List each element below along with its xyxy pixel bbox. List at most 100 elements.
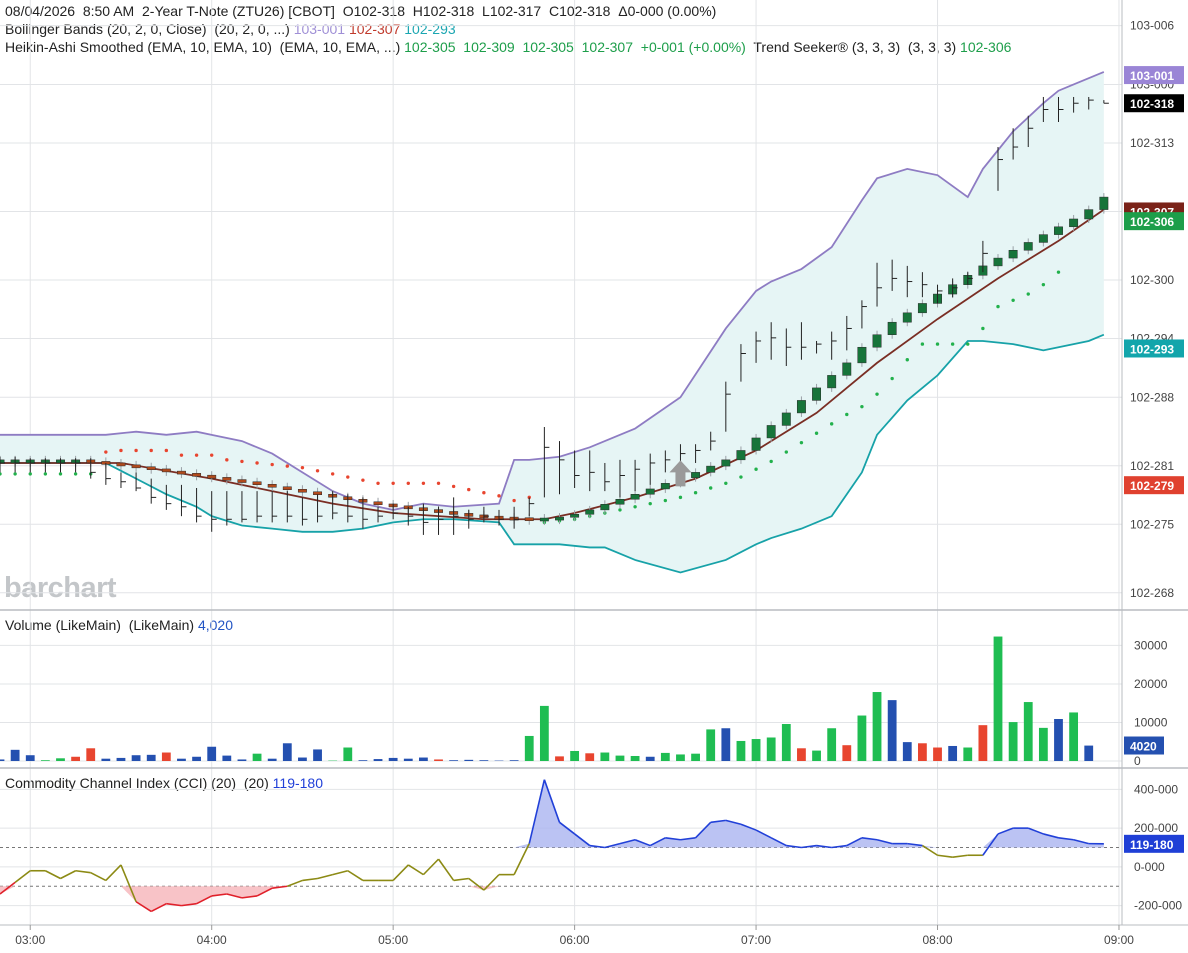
cci-axis-label: 0-000 — [1134, 860, 1165, 874]
trend-seeker-dot — [950, 342, 955, 346]
volume-bar — [933, 747, 942, 761]
trend-seeker-dot — [890, 376, 894, 381]
volume-bar — [781, 724, 791, 761]
trend-seeker-dot — [285, 464, 290, 468]
time-axis-label: 05:00 — [378, 933, 408, 947]
cci-line-segment — [332, 869, 348, 876]
heikin-ashi-candle — [781, 412, 791, 426]
volume-bar — [434, 759, 443, 761]
volume-bar — [464, 759, 474, 761]
trend-seeker-dot — [512, 498, 516, 503]
heikin-ashi-candle — [570, 514, 580, 518]
volume-bar — [40, 760, 50, 761]
trend-seeker-dot — [618, 508, 622, 512]
heikin-ashi-candle — [751, 437, 761, 451]
trend-seeker-dot — [648, 501, 652, 506]
trend-seeker-dot — [43, 472, 48, 476]
cci-oversold-fill — [0, 886, 1104, 912]
trend-seeker-dot — [451, 484, 456, 489]
trend-seeker-dot — [633, 505, 637, 509]
volume-bar — [192, 756, 201, 761]
volume-bar — [887, 700, 897, 761]
price-axis-label: 102-300 — [1130, 273, 1174, 287]
trend-seeker-dot — [225, 458, 229, 462]
trend-seeker-dot — [814, 431, 819, 435]
trend-seeker-dot — [119, 448, 123, 453]
volume-bar — [267, 758, 277, 761]
volume-bar — [842, 745, 852, 761]
volume-bar — [857, 715, 867, 761]
volume-bar — [207, 746, 217, 761]
volume-bar — [282, 743, 292, 761]
volume-bar — [1008, 722, 1018, 761]
volume-bar — [1023, 702, 1033, 761]
volume-axis-label: 30000 — [1134, 638, 1168, 652]
volume-bar — [298, 757, 307, 761]
volume-bar — [736, 740, 746, 761]
trend-seeker-dot — [270, 462, 274, 467]
time-axis-label: 08:00 — [923, 933, 953, 947]
heikin-ashi-candle — [177, 470, 186, 475]
cci-axis-label: 200-000 — [1134, 821, 1178, 835]
heikin-ashi-candle — [812, 387, 821, 401]
volume-bar — [177, 758, 186, 761]
volume-bar — [403, 758, 413, 761]
cci-line-segment — [952, 854, 968, 858]
trend-seeker-dot — [13, 472, 17, 476]
heikin-ashi-candle — [645, 488, 655, 495]
heikin-ashi-candle — [721, 459, 731, 467]
volume-bar — [161, 752, 171, 761]
trend-seeker-dot — [875, 392, 879, 396]
trend-seeker-dot — [799, 440, 804, 445]
volume-bar — [101, 758, 111, 761]
trend-seeker-dot — [361, 478, 365, 482]
volume-bar — [615, 755, 625, 761]
price-axis-label: 103-006 — [1130, 19, 1174, 33]
volume-bar — [86, 748, 96, 761]
heikin-ashi-candle — [1008, 250, 1018, 259]
trend-seeker-dot — [966, 342, 970, 346]
volume-bar — [645, 756, 655, 761]
trend-seeker-dot — [769, 459, 773, 464]
time-axis-label: 04:00 — [197, 933, 227, 947]
volume-bar — [797, 748, 806, 761]
heikin-ashi-candle — [993, 257, 1003, 267]
heikin-ashi-candle — [1084, 209, 1094, 220]
trend-seeker-dot — [663, 498, 668, 503]
heikin-ashi-candle — [902, 312, 912, 323]
trend-seeker-dot — [421, 481, 426, 486]
volume-bar — [358, 760, 368, 761]
volume-bar — [1054, 719, 1063, 761]
heikin-ashi-candle — [192, 473, 202, 477]
volume-bar — [872, 692, 882, 761]
trend-seeker-dot — [58, 472, 63, 476]
cci-tag-label: 119-180 — [1130, 838, 1174, 852]
volume-bar — [691, 753, 700, 761]
cci-line-segment — [60, 870, 76, 880]
time-axis-label: 06:00 — [560, 933, 590, 947]
volume-bar — [917, 743, 927, 761]
trend-seeker-dot — [436, 481, 441, 486]
cci-line-segment — [75, 869, 91, 874]
chart-canvas[interactable]: 103-006103-000102-313102-307102-300102-2… — [0, 0, 1188, 953]
trend-seeker-dot — [996, 304, 1000, 309]
volume-bar — [56, 758, 65, 761]
trend-seeker-dot — [346, 475, 350, 479]
trend-seeker-dot — [860, 404, 864, 409]
heikin-ashi-candle — [1099, 196, 1109, 210]
price-tag-label: 102-306 — [1130, 215, 1174, 229]
price-tag-label: 102-318 — [1130, 97, 1174, 111]
heikin-ashi-candle — [1054, 226, 1063, 235]
volume-bar — [902, 742, 912, 761]
trend-seeker-dot — [678, 495, 683, 500]
volume-bar — [827, 728, 837, 761]
heikin-ashi-candle — [615, 499, 625, 505]
volume-bar — [131, 755, 141, 761]
heikin-ashi-candle — [373, 501, 383, 506]
heikin-ashi-candle — [706, 465, 716, 473]
cci-line-segment — [437, 858, 455, 881]
trend-seeker-dot — [330, 472, 335, 476]
trend-seeker-dot — [467, 487, 471, 492]
volume-bar — [1038, 727, 1048, 761]
trend-seeker-dot — [0, 472, 2, 476]
